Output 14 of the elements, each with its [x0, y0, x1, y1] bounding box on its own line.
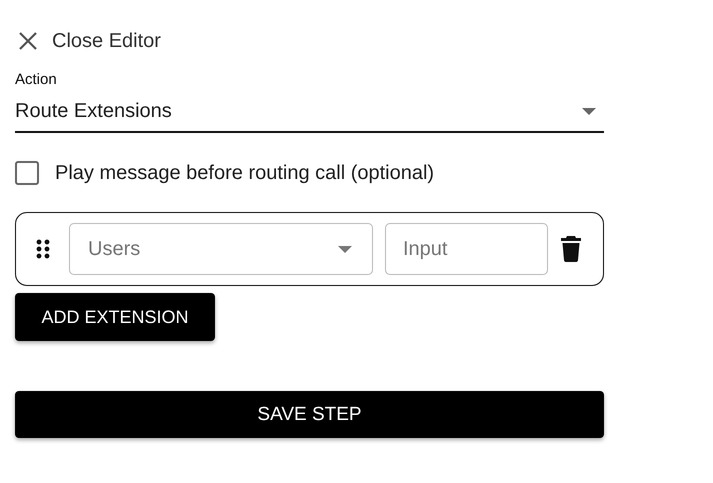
trash-icon[interactable]	[561, 236, 581, 262]
save-step-button[interactable]: SAVE STEP	[15, 391, 604, 438]
drag-handle-icon[interactable]	[36, 239, 50, 259]
field-label: Action	[15, 71, 58, 88]
action-select[interactable]: Route Extensions	[15, 96, 604, 133]
play-message-checkbox[interactable]: Play message before routing call (optional)	[15, 161, 434, 185]
add-extension-button[interactable]: ADD EXTENSION	[15, 293, 215, 341]
checkbox[interactable]	[15, 161, 39, 185]
input-field[interactable]: Input	[385, 223, 548, 275]
close-icon	[18, 31, 38, 51]
users-select[interactable]: Users	[69, 223, 373, 275]
caret-icon	[582, 108, 596, 115]
caret-icon	[338, 246, 352, 252]
close-editor-button[interactable]: Close Editor	[15, 28, 161, 54]
